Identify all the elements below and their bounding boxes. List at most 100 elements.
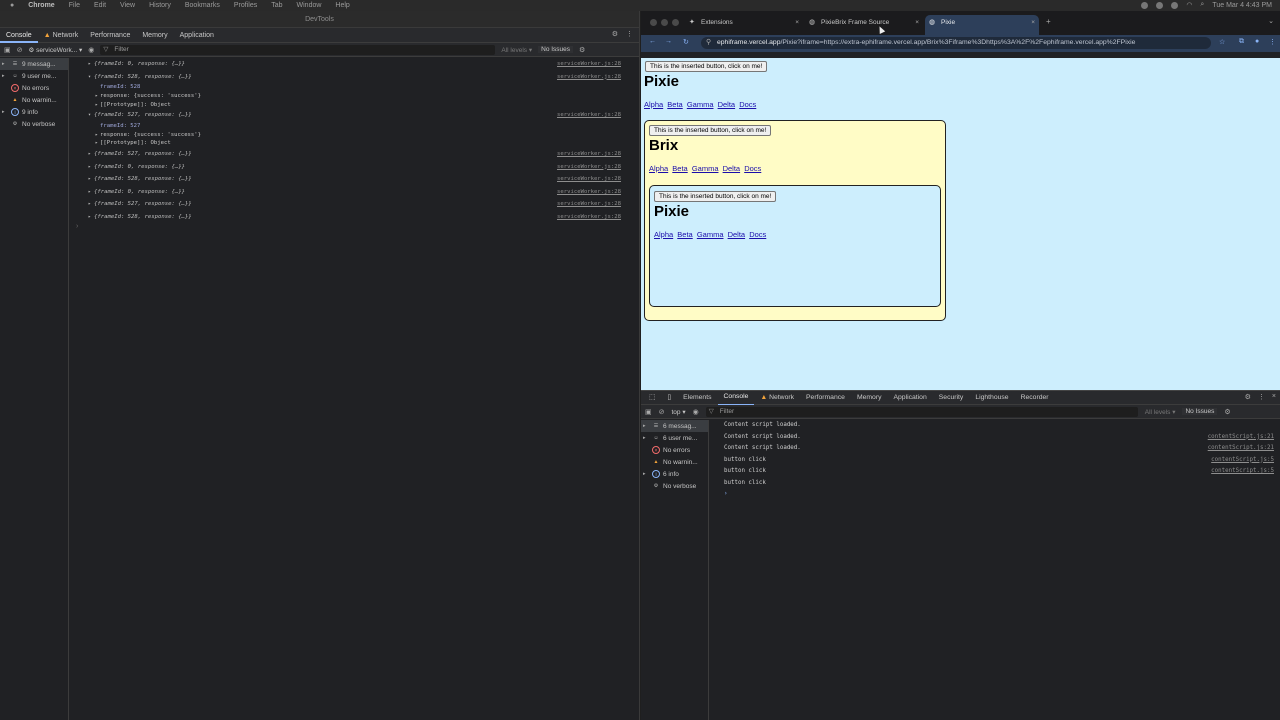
expand-icon[interactable]: ▸ [643,435,649,441]
gear-icon[interactable]: ⚙ [612,30,618,38]
expand-icon[interactable]: ▸ [95,131,98,140]
expand-icon[interactable]: ▸ [2,61,8,67]
sidebar-item-verbose[interactable]: ⚙ No verbose [641,480,708,492]
log-property[interactable]: ▸ response: {success: 'success'} [70,131,639,140]
link-delta[interactable]: Delta [723,164,741,173]
back-icon[interactable]: ← [649,38,656,45]
source-link[interactable]: contentScript.js:21 [1208,432,1274,444]
tab-security[interactable]: Security [933,391,970,405]
wifi-icon[interactable]: ◠ [1186,1,1192,9]
link-gamma[interactable]: Gamma [697,230,724,239]
issues-button[interactable]: No Issues [538,46,574,53]
sidebar-item-warnings[interactable]: ▲ No warnin... [0,94,68,106]
source-link[interactable]: contentScript.js:5 [1211,466,1274,478]
levels-dropdown[interactable]: All levels ▾ [1145,408,1176,416]
more-icon[interactable]: ⋮ [626,30,633,38]
expand-icon[interactable]: ▸ [88,161,91,173]
link-docs[interactable]: Docs [749,230,766,239]
issues-button[interactable]: No Issues [1182,408,1218,415]
search-icon[interactable]: ⌕ [1200,1,1204,9]
close-icon[interactable]: × [795,15,799,31]
tab-network[interactable]: ▲ Network [38,28,85,43]
tab-performance[interactable]: Performance [84,28,136,43]
log-row[interactable]: button click contentScript.js:5 [710,466,1280,478]
source-link[interactable]: serviceWorker.js:28 [557,148,621,160]
log-row[interactable]: ▸ {frameId: 0, response: {…}} serviceWorke… [70,186,639,199]
tab-search-icon[interactable]: ⌄ [1268,17,1274,25]
close-icon[interactable]: × [915,15,919,31]
close-icon[interactable]: × [1272,393,1276,401]
link-gamma[interactable]: Gamma [692,164,719,173]
tab-memory[interactable]: Memory [851,391,888,405]
context-selector[interactable]: top ▾ [672,408,686,416]
log-property[interactable]: ▸ [[Prototype]]: Object [70,101,639,110]
apple-icon[interactable]: ● [10,2,14,9]
extensions-icon[interactable]: ⧉ [1239,38,1244,46]
log-row[interactable]: Content script loaded. contentScript.js:2… [710,443,1280,455]
log-property[interactable]: ▸ [[Prototype]]: Object [70,139,639,148]
menu-bookmarks[interactable]: Bookmarks [185,2,220,9]
expand-icon[interactable]: ▸ [95,101,98,110]
source-link[interactable]: serviceWorker.js:28 [557,198,621,210]
status-icon[interactable] [1141,1,1149,9]
log-row[interactable]: ▸ {frameId: 528, response: {…}} serviceWor… [70,173,639,186]
source-link[interactable]: serviceWorker.js:28 [557,58,621,70]
more-icon[interactable]: ⋮ [1269,38,1276,46]
log-row[interactable]: button click [710,478,1280,490]
zoom-window-button[interactable] [672,19,679,26]
sidebar-item-user-messages[interactable]: ▸ ☺ 6 user me... [641,432,708,444]
expand-icon[interactable]: ▸ [88,211,91,223]
status-icon[interactable] [1171,1,1179,9]
status-icon[interactable] [1156,1,1164,9]
sidebar-item-errors[interactable]: × No errors [0,82,68,94]
log-row[interactable]: ▸ {frameId: 527, response: {…}} serviceWor… [70,148,639,161]
minimize-window-button[interactable] [661,19,668,26]
tab-extensions[interactable]: ✦ Extensions × [685,15,803,35]
menu-help[interactable]: Help [335,2,349,9]
log-row[interactable]: ▾ {frameId: 527, response: {…}} serviceWor… [70,109,639,122]
expand-icon[interactable]: ▸ [88,173,91,185]
sidebar-item-user-messages[interactable]: ▸ ☺ 9 user me... [0,70,68,82]
close-icon[interactable]: × [1031,15,1035,31]
console-prompt[interactable]: › [70,223,639,235]
tab-console[interactable]: Console [0,28,38,43]
sidebar-item-errors[interactable]: × No errors [641,444,708,456]
expand-icon[interactable]: ▸ [643,423,649,429]
sidebar-toggle-icon[interactable]: ▣ [645,408,652,416]
console-prompt[interactable]: › [710,489,1280,501]
source-link[interactable]: serviceWorker.js:28 [557,71,621,83]
tab-console[interactable]: Console [717,390,755,406]
source-link[interactable]: serviceWorker.js:28 [557,186,621,198]
eye-icon[interactable]: ◉ [88,46,94,54]
inserted-button[interactable]: This is the inserted button, click on me… [645,61,768,72]
tab-network[interactable]: ▲ Network [754,391,800,405]
menu-history[interactable]: History [149,2,171,9]
expand-icon[interactable]: ▸ [95,92,98,101]
menu-edit[interactable]: Edit [94,2,106,9]
log-row[interactable]: ▸ {frameId: 0, response: {…}} serviceWorke… [70,58,639,71]
levels-dropdown[interactable]: All levels ▾ [501,46,532,54]
address-bar[interactable]: ⚲ ephiframe.vercel.app/Pixie?iframe=https… [701,37,1211,49]
link-gamma[interactable]: Gamma [687,100,714,109]
gear-icon[interactable]: ⚙ [1245,393,1251,401]
device-toolbar-icon[interactable]: ▯ [661,391,677,405]
sidebar-toggle-icon[interactable]: ▣ [4,46,11,54]
inspect-icon[interactable]: ⬚ [643,391,661,405]
filter-input[interactable]: ▽ Filter [100,44,496,55]
menu-tab[interactable]: Tab [271,2,282,9]
sidebar-item-info[interactable]: ▸ i 9 info [0,106,68,118]
settings-icon[interactable]: ⚙ [579,46,585,54]
link-alpha[interactable]: Alpha [654,230,673,239]
tab-pixie[interactable]: ◍ Pixie × [925,15,1039,35]
source-link[interactable]: serviceWorker.js:28 [557,161,621,173]
bookmark-star-icon[interactable]: ☆ [1219,38,1225,46]
forward-icon[interactable]: → [665,38,672,45]
site-info-icon[interactable]: ⚲ [706,37,711,49]
expand-icon[interactable]: ▸ [2,109,8,115]
tab-lighthouse[interactable]: Lighthouse [969,391,1014,405]
profile-icon[interactable]: ● [1255,38,1259,45]
expand-icon[interactable]: ▸ [643,471,649,477]
menu-window[interactable]: Window [297,2,322,9]
expand-icon[interactable]: ▸ [95,139,98,148]
menu-clock[interactable]: Tue Mar 4 4:43 PM [1212,2,1272,9]
